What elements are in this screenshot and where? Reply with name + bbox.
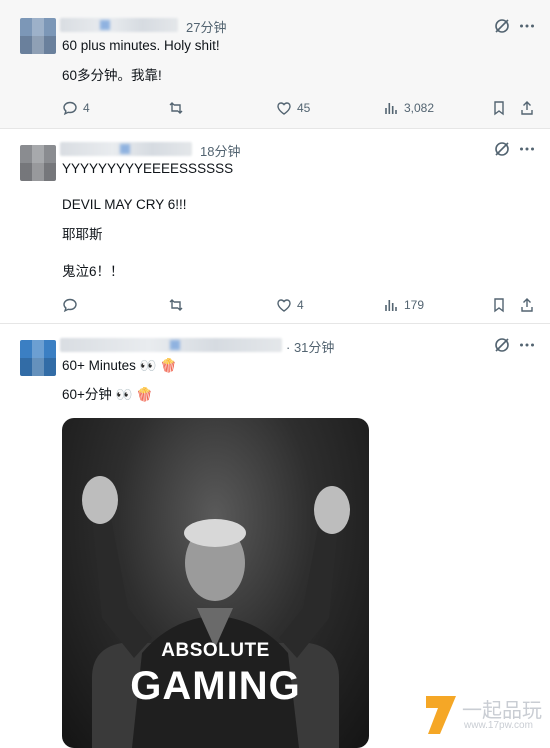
post-text-line: 鬼泣6！！	[62, 264, 124, 279]
like-icon	[277, 102, 291, 115]
author-name-blurred[interactable]	[60, 338, 282, 352]
repost-button[interactable]	[168, 296, 189, 314]
like-count: 45	[297, 101, 311, 115]
post-text-line: DEVIL MAY CRY 6!!!	[62, 197, 187, 212]
post-time: · 31分钟	[286, 340, 335, 355]
like-button[interactable]: 4	[276, 296, 304, 314]
post-text-line: 60+分钟 👀 🍿	[62, 387, 154, 402]
post-media-image[interactable]: ABSOLUTE GAMING	[62, 418, 369, 748]
views-icon	[385, 300, 397, 311]
avatar[interactable]	[20, 145, 56, 181]
avatar[interactable]	[20, 340, 56, 376]
views-icon	[385, 103, 397, 114]
bookmark-icon	[494, 101, 504, 116]
repost-button[interactable]	[168, 99, 189, 117]
post-time: 27分钟	[186, 20, 227, 35]
bookmark-icon	[494, 298, 504, 313]
repost-icon	[169, 102, 183, 114]
grok-icon[interactable]	[493, 336, 511, 354]
grok-icon[interactable]	[493, 17, 511, 35]
post-time: 18分钟	[200, 144, 241, 159]
views-count: 3,082	[404, 101, 435, 115]
author-name-blurred[interactable]	[60, 142, 192, 156]
repost-icon	[169, 299, 183, 311]
post-text-line: 60 plus minutes. Holy shit!	[62, 38, 220, 53]
like-button[interactable]: 45	[276, 99, 310, 117]
more-icon[interactable]	[518, 17, 536, 35]
views-button[interactable]: 179	[383, 296, 424, 314]
site-watermark: 一起品玩 www.17pw.com	[420, 690, 550, 740]
share-button[interactable]	[519, 99, 535, 117]
post-divider	[0, 128, 550, 129]
bookmark-button[interactable]	[491, 99, 507, 117]
grok-icon[interactable]	[493, 140, 511, 158]
reply-button[interactable]	[62, 296, 83, 314]
share-button[interactable]	[519, 296, 535, 314]
media-caption-line: ABSOLUTE	[161, 640, 270, 661]
post-text-line: 60多分钟。我靠!	[62, 68, 162, 83]
views-button[interactable]: 3,082	[383, 99, 434, 117]
like-count: 4	[297, 298, 304, 312]
reply-count: 4	[83, 101, 90, 115]
post-text-line: YYYYYYYYYEEEESSSSSS	[62, 161, 234, 176]
more-icon[interactable]	[518, 336, 536, 354]
watermark-url: www.17pw.com	[464, 720, 533, 731]
post-text-line: 耶耶斯	[62, 227, 103, 242]
watermark-logo-icon	[426, 696, 456, 734]
media-caption-line: GAMING	[130, 664, 301, 708]
action-bar: 4 179	[0, 296, 550, 314]
more-icon[interactable]	[518, 140, 536, 158]
views-count: 179	[404, 298, 425, 312]
bookmark-button[interactable]	[491, 296, 507, 314]
action-bar: 4 45 3,082	[0, 99, 550, 117]
reply-icon	[63, 101, 77, 116]
post-text-line: 60+ Minutes 👀 🍿	[62, 358, 178, 373]
share-icon	[521, 298, 533, 312]
watermark-brand: 一起品玩	[462, 700, 542, 722]
avatar[interactable]	[20, 18, 56, 54]
reply-button[interactable]: 4	[62, 99, 90, 117]
share-icon	[521, 101, 533, 115]
like-icon	[277, 299, 291, 312]
author-name-blurred[interactable]	[60, 18, 178, 32]
reply-icon	[63, 298, 77, 313]
